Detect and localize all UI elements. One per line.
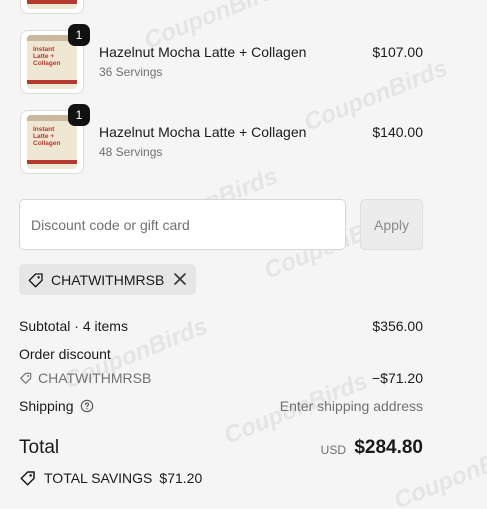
product-thumbnail [20,0,84,14]
quantity-badge: 1 [68,104,90,126]
product-image [27,0,77,9]
discount-value: −$71.20 [372,370,423,386]
product-price: $140.00 [372,124,423,140]
shipping-label: Shipping [19,398,74,414]
remove-discount-icon[interactable] [173,272,187,286]
total-savings: TOTAL SAVINGS $71.20 [19,469,202,487]
apply-discount-button[interactable]: Apply [360,199,423,250]
discount-code-row: CHATWITHMRSB [19,370,151,386]
discount-code-text: CHATWITHMRSB [38,370,152,386]
subtotal-value: $356.00 [372,318,423,334]
tag-icon [20,372,32,384]
product-price: $107.00 [372,44,423,60]
help-icon[interactable] [80,399,94,413]
total-currency: USD [320,443,346,457]
product-variant: 36 Servings [99,65,163,79]
shipping-value: Enter shipping address [279,398,423,414]
shipping-row: Shipping [19,398,94,414]
order-discount-label: Order discount [19,346,111,362]
applied-discount-chip: CHATWITHMRSB [19,264,196,295]
total-value: $284.80 [354,437,423,458]
product-title: Hazelnut Mocha Latte + Collagen [99,124,307,140]
total-label: Total [19,437,60,458]
savings-label: TOTAL SAVINGS [44,470,153,486]
quantity-badge: 1 [68,24,90,46]
applied-discount-code: CHATWITHMRSB [51,271,165,288]
subtotal-label: Subtotal · 4 items [19,318,128,334]
tag-icon [28,272,43,287]
discount-code-input[interactable] [19,199,346,250]
savings-value: $71.20 [159,470,203,486]
product-title: Hazelnut Mocha Latte + Collagen [99,44,307,60]
savings-tag-icon [20,471,35,486]
product-variant: 48 Servings [99,145,163,159]
